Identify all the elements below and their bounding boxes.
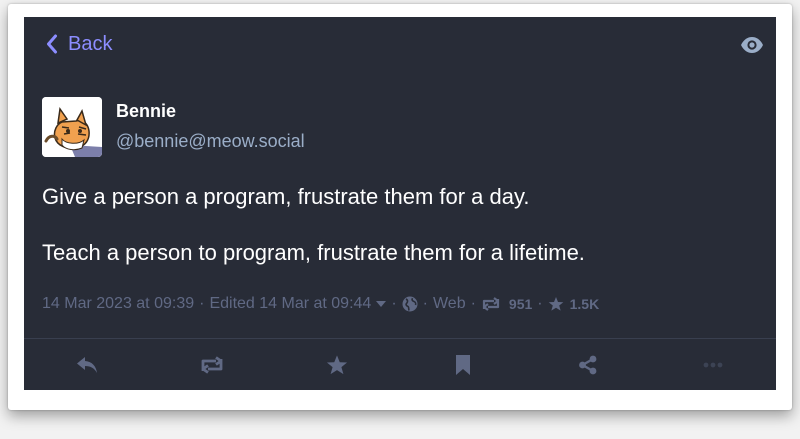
favourites-link[interactable]: 1.5K (548, 296, 600, 312)
favourite-icon (327, 354, 348, 374)
more-button[interactable] (651, 339, 776, 390)
account-handle[interactable]: @bennie@meow.social (116, 131, 305, 152)
reblogs-link[interactable]: 951 (481, 296, 532, 312)
eye-icon[interactable] (740, 35, 764, 55)
bookmark-button[interactable] (400, 339, 525, 390)
edited-dropdown[interactable]: Edited 14 Mar at 09:44 (209, 295, 387, 313)
status-meta: 14 Mar 2023 at 09:39 · Edited 14 Mar at … (42, 293, 599, 315)
chevron-left-icon (47, 34, 57, 54)
back-button[interactable]: Back (46, 31, 112, 57)
meta-separator: · (199, 295, 205, 312)
status-detail-panel: Back Bennie @bennie@meow.social Give a p… (24, 17, 776, 390)
meta-separator: · (470, 295, 476, 312)
edited-label: Edited 14 Mar at 09:44 (209, 295, 372, 312)
bookmark-icon (455, 354, 470, 375)
meta-separator: · (422, 295, 428, 312)
status-paragraph: Give a person a program, frustrate them … (42, 184, 530, 209)
status-paragraph: Teach a person to program, frustrate the… (42, 240, 585, 265)
display-name[interactable]: Bennie (116, 101, 176, 122)
boost-icon (201, 355, 223, 374)
boost-icon (482, 297, 500, 311)
status-timestamp[interactable]: 14 Mar 2023 at 09:39 (42, 295, 194, 313)
share-button[interactable] (525, 339, 650, 390)
avatar-image (42, 97, 102, 157)
globe-icon (402, 296, 418, 312)
caret-down-icon (376, 301, 387, 307)
status-author[interactable]: Bennie @bennie@meow.social (42, 97, 642, 159)
favourites-count: 1.5K (569, 296, 600, 312)
favourite-button[interactable] (275, 339, 400, 390)
meta-separator: · (391, 295, 397, 312)
boost-button[interactable] (149, 339, 274, 390)
column-header: Back (24, 17, 776, 69)
avatar[interactable] (42, 97, 102, 157)
back-label: Back (68, 32, 113, 55)
action-bar (24, 339, 776, 390)
star-icon (548, 297, 563, 311)
share-icon (579, 355, 597, 374)
reply-icon (76, 356, 97, 373)
status-content: Give a person a program, frustrate them … (42, 182, 762, 294)
more-icon (703, 362, 723, 367)
reblogs-count: 951 (508, 296, 533, 312)
meta-separator: · (537, 295, 543, 312)
application-name: Web (432, 295, 466, 312)
reply-button[interactable] (24, 339, 149, 390)
